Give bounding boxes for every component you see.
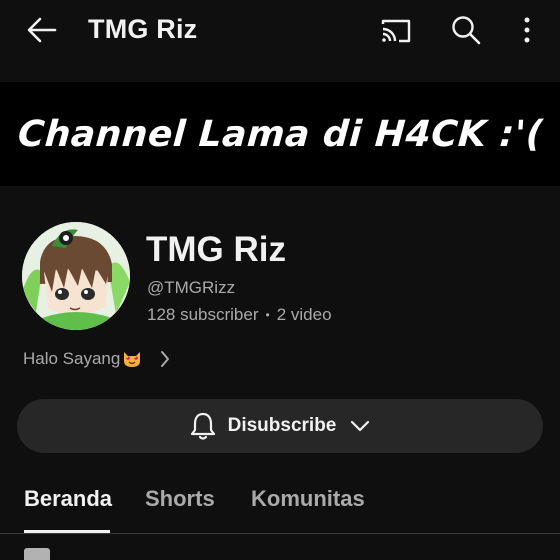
arrow-left-icon [27, 17, 57, 43]
subscribed-label: Disubscribe [227, 415, 337, 436]
chevron-down-icon [351, 420, 370, 432]
search-button[interactable] [446, 10, 486, 50]
heart-eyes-cat-emoji-icon [122, 350, 142, 368]
channel-description-link[interactable]: Halo Sayang [23, 345, 203, 373]
tab-komunitas[interactable]: Komunitas [251, 486, 365, 512]
cast-icon [381, 19, 411, 43]
subscriber-count: 128 subscriber [147, 305, 259, 324]
tab-beranda[interactable]: Beranda [24, 486, 112, 512]
top-app-bar: TMG Riz [0, 0, 560, 62]
content-peek [24, 548, 50, 560]
stats-separator: • [265, 308, 270, 322]
more-options-button[interactable] [512, 10, 542, 50]
channel-description: Halo Sayang [23, 349, 121, 368]
cast-button[interactable] [376, 12, 416, 50]
anime-avatar-image [22, 222, 130, 330]
tab-shorts[interactable]: Shorts [145, 486, 215, 512]
channel-name: TMG Riz [146, 230, 286, 269]
banner-text: Channel Lama di H4CK :'( [16, 113, 544, 155]
search-icon [452, 16, 481, 45]
tabs-divider [0, 533, 560, 534]
back-button[interactable] [22, 10, 62, 50]
channel-banner: Channel Lama di H4CK :'( [0, 82, 560, 186]
bell-icon [190, 412, 215, 440]
channel-stats: 128 subscriber • 2 video [147, 305, 332, 325]
subscribed-button[interactable]: Disubscribe [17, 399, 543, 453]
channel-title: TMG Riz [88, 14, 198, 44]
chevron-right-icon [160, 350, 170, 368]
channel-avatar[interactable] [22, 222, 130, 330]
channel-tabs: Beranda Shorts Komunitas [0, 470, 560, 534]
more-vert-icon [524, 17, 530, 43]
video-count: 2 video [276, 305, 332, 324]
channel-handle: @TMGRizz [147, 278, 236, 297]
